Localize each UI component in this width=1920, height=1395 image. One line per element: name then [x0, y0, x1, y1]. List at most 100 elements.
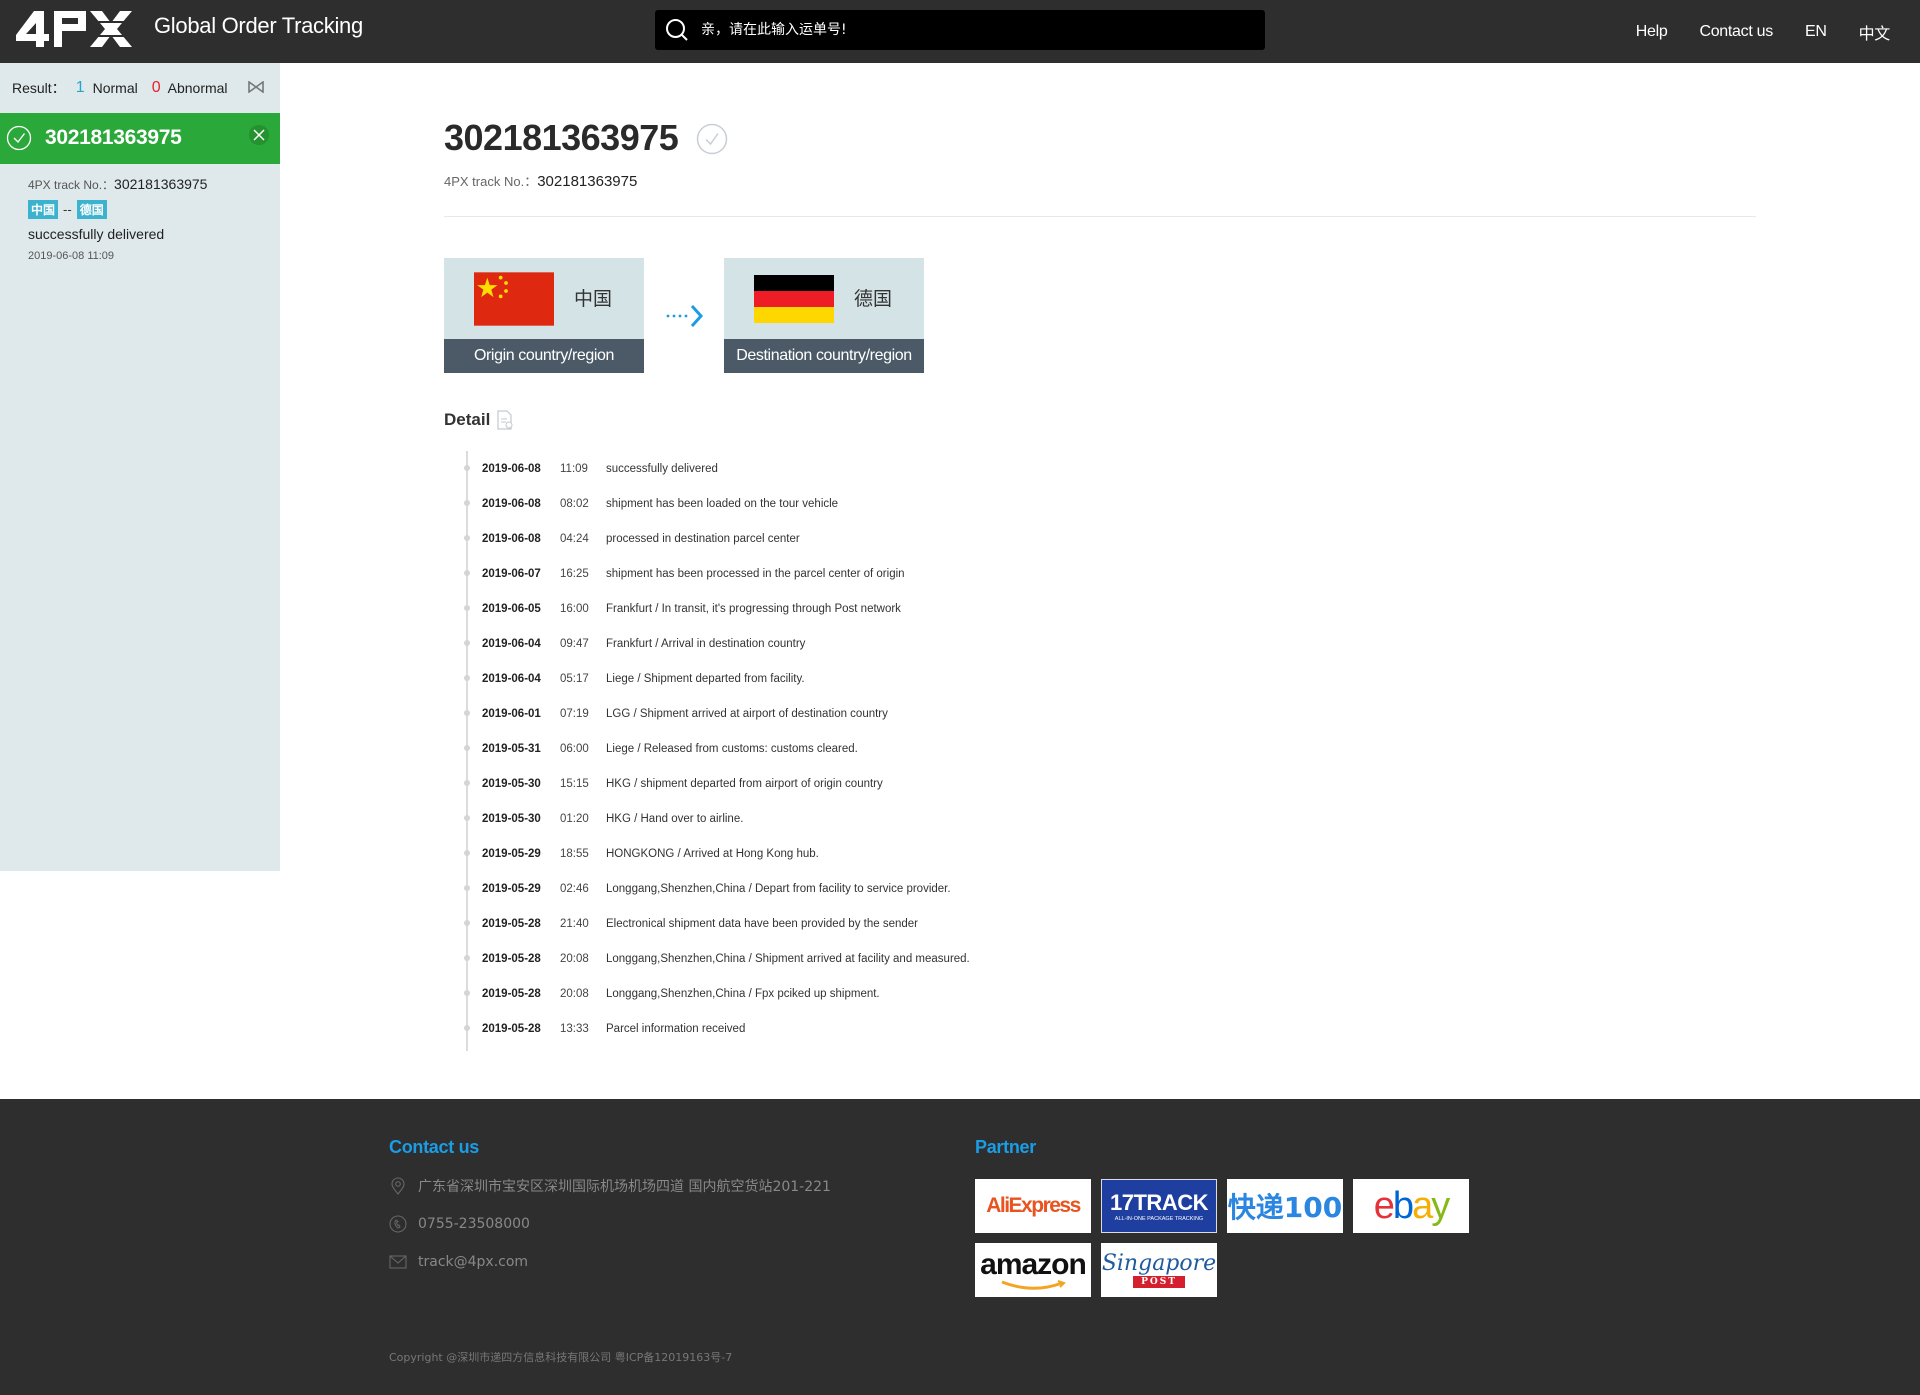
tracking-item-detail: 4PX track No.：302181363975 中国 -- 德国 succ… [28, 176, 207, 262]
normal-count: 1 [75, 79, 85, 96]
route-separator: -- [63, 202, 72, 217]
event-date: 2019-05-30 [482, 812, 541, 825]
event-date: 2019-06-08 [482, 532, 541, 545]
app-title: Global Order Tracking [154, 13, 363, 38]
result-label: Result： [12, 80, 66, 96]
china-flag-icon [474, 272, 554, 326]
detail-title: Detail [444, 410, 491, 429]
event-time: 05:17 [560, 672, 589, 685]
destination-country-card: 德国 Destination country/region [724, 258, 924, 373]
timeline-event: 2019-05-29 02:46 Longgang,Shenzhen,China /… [464, 871, 1266, 906]
phone-icon [389, 1215, 407, 1233]
event-time: 13:33 [560, 1022, 589, 1035]
footer-partner-title: Partner [975, 1137, 1036, 1157]
status-time: 2019-06-08 11:09 [28, 250, 115, 262]
result-summary: Result： 1 Normal 0 Abnormal [0, 63, 280, 113]
event-time: 04:24 [560, 532, 589, 545]
origin-tag: 中国 [28, 200, 59, 219]
timeline-event: 2019-05-30 01:20 HKG / Hand over to airlin… [464, 801, 1266, 836]
email-link[interactable]: track@4px.com [418, 1254, 528, 1270]
partner-ebay[interactable]: ebay [1353, 1179, 1469, 1233]
event-description: Electronical shipment data have been pro… [606, 917, 918, 930]
timeline-event: 2019-06-08 04:24 processed in destination … [464, 521, 1266, 556]
event-date: 2019-06-05 [482, 602, 541, 615]
footer-email: track@4px.com [389, 1252, 831, 1272]
timeline-event: 2019-06-04 05:17 Liege / Shipment departed… [464, 661, 1266, 696]
event-time: 11:09 [560, 462, 588, 475]
close-icon[interactable] [249, 125, 269, 145]
timeline-event: 2019-06-05 16:00 Frankfurt / In transit, i… [464, 591, 1266, 626]
timeline-dot [464, 990, 470, 996]
tracking-list-item-active[interactable]: 302181363975 [0, 113, 280, 164]
event-time: 21:40 [560, 917, 589, 930]
timeline-event: 2019-06-07 16:25 shipment has been process… [464, 556, 1266, 591]
track-no-label: 4PX track No.： [28, 178, 115, 192]
origin-caption: Origin country/region [444, 339, 644, 373]
event-description: Liege / Shipment departed from facility. [606, 672, 805, 685]
partner-singapore-post[interactable]: Singapore POST [1101, 1243, 1217, 1297]
check-circle-icon [6, 125, 32, 151]
partner-aliexpress[interactable]: AliExpress [975, 1179, 1091, 1233]
event-time: 07:19 [560, 707, 589, 720]
timeline-event: 2019-05-30 15:15 HKG / shipment departed f… [464, 766, 1266, 801]
timeline-event: 2019-05-28 21:40 Electronical shipment dat… [464, 906, 1266, 941]
timeline-dot [464, 745, 470, 751]
partner-amazon[interactable]: amazon [975, 1243, 1091, 1297]
track-no-value: 302181363975 [114, 176, 208, 192]
event-time: 06:00 [560, 742, 589, 755]
document-icon[interactable] [496, 410, 514, 430]
origin-country-card: 中国 Origin country/region [444, 258, 644, 373]
timeline-event: 2019-05-28 20:08 Longgang,Shenzhen,China /… [464, 941, 1266, 976]
copyright: Copyright @深圳市递四方信息科技有限公司 粤ICP备12019163号… [389, 1351, 733, 1364]
event-description: processed in destination parcel center [606, 532, 800, 545]
event-date: 2019-05-29 [482, 882, 541, 895]
nav-help[interactable]: Help [1636, 23, 1668, 41]
footer-address: 广东省深圳市宝安区深圳国际机场机场四道 国内航空货站201-221 [389, 1176, 831, 1196]
partner-17track[interactable]: 17TRACK ALL-IN-ONE PACKAGE TRACKING [1101, 1179, 1217, 1233]
footer: Contact us 广东省深圳市宝安区深圳国际机场机场四道 国内航空货站201… [0, 1099, 1920, 1395]
timeline-dot [464, 535, 470, 541]
nav-lang-en[interactable]: EN [1805, 23, 1827, 41]
17track-tagline: ALL-IN-ONE PACKAGE TRACKING [1114, 1216, 1204, 1222]
event-date: 2019-05-28 [482, 987, 541, 1000]
timeline-dot [464, 605, 470, 611]
normal-label: Normal [92, 80, 138, 96]
4px-logo[interactable] [14, 9, 136, 49]
address-text: 广东省深圳市宝安区深圳国际机场机场四道 国内航空货站201-221 [418, 1179, 831, 1195]
timeline-dot [464, 710, 470, 716]
origin-country-name: 中国 [574, 288, 613, 310]
nav-contact-us[interactable]: Contact us [1699, 23, 1773, 41]
search-box[interactable] [655, 10, 1265, 50]
event-description: Parcel information received [606, 1022, 746, 1035]
event-date: 2019-05-31 [482, 742, 541, 755]
timeline-dot [464, 920, 470, 926]
page-title: 302181363975 [444, 117, 679, 158]
event-date: 2019-05-30 [482, 777, 541, 790]
event-time: 20:08 [560, 952, 589, 965]
timeline-dot [464, 675, 470, 681]
event-date: 2019-06-07 [482, 567, 541, 580]
phone-text: 0755-23508000 [418, 1216, 530, 1232]
partner-logos: AliExpress 17TRACK ALL-IN-ONE PACKAGE TR… [975, 1179, 1469, 1297]
search-icon [666, 19, 688, 41]
event-description: HKG / shipment departed from airport of … [606, 777, 883, 790]
post-label: POST [1133, 1276, 1185, 1288]
event-time: 16:00 [560, 602, 589, 615]
footer-contact: Contact us 广东省深圳市宝安区深圳国际机场机场四道 国内航空货站201… [389, 1137, 831, 1272]
event-date: 2019-05-28 [482, 1022, 541, 1035]
partner-kuaidi100[interactable]: 快递100 [1227, 1179, 1343, 1233]
event-date: 2019-06-08 [482, 462, 541, 475]
footer-contact-title: Contact us [389, 1137, 480, 1157]
timeline-event: 2019-05-31 06:00 Liege / Released from cus… [464, 731, 1266, 766]
check-circle-icon [696, 123, 728, 155]
timeline-dot [464, 1025, 470, 1031]
aliexpress-logo: AliExpress [986, 1194, 1081, 1217]
event-time: 16:25 [560, 567, 589, 580]
event-description: shipment has been processed in the parce… [606, 567, 905, 580]
event-time: 18:55 [560, 847, 589, 860]
search-input[interactable] [701, 10, 1241, 50]
track-no-value: 302181363975 [537, 173, 638, 190]
collapse-icon[interactable] [248, 81, 264, 93]
nav-lang-zh[interactable]: 中文 [1859, 20, 1891, 44]
results-sidebar: Result： 1 Normal 0 Abnormal 302181363975… [0, 63, 280, 871]
